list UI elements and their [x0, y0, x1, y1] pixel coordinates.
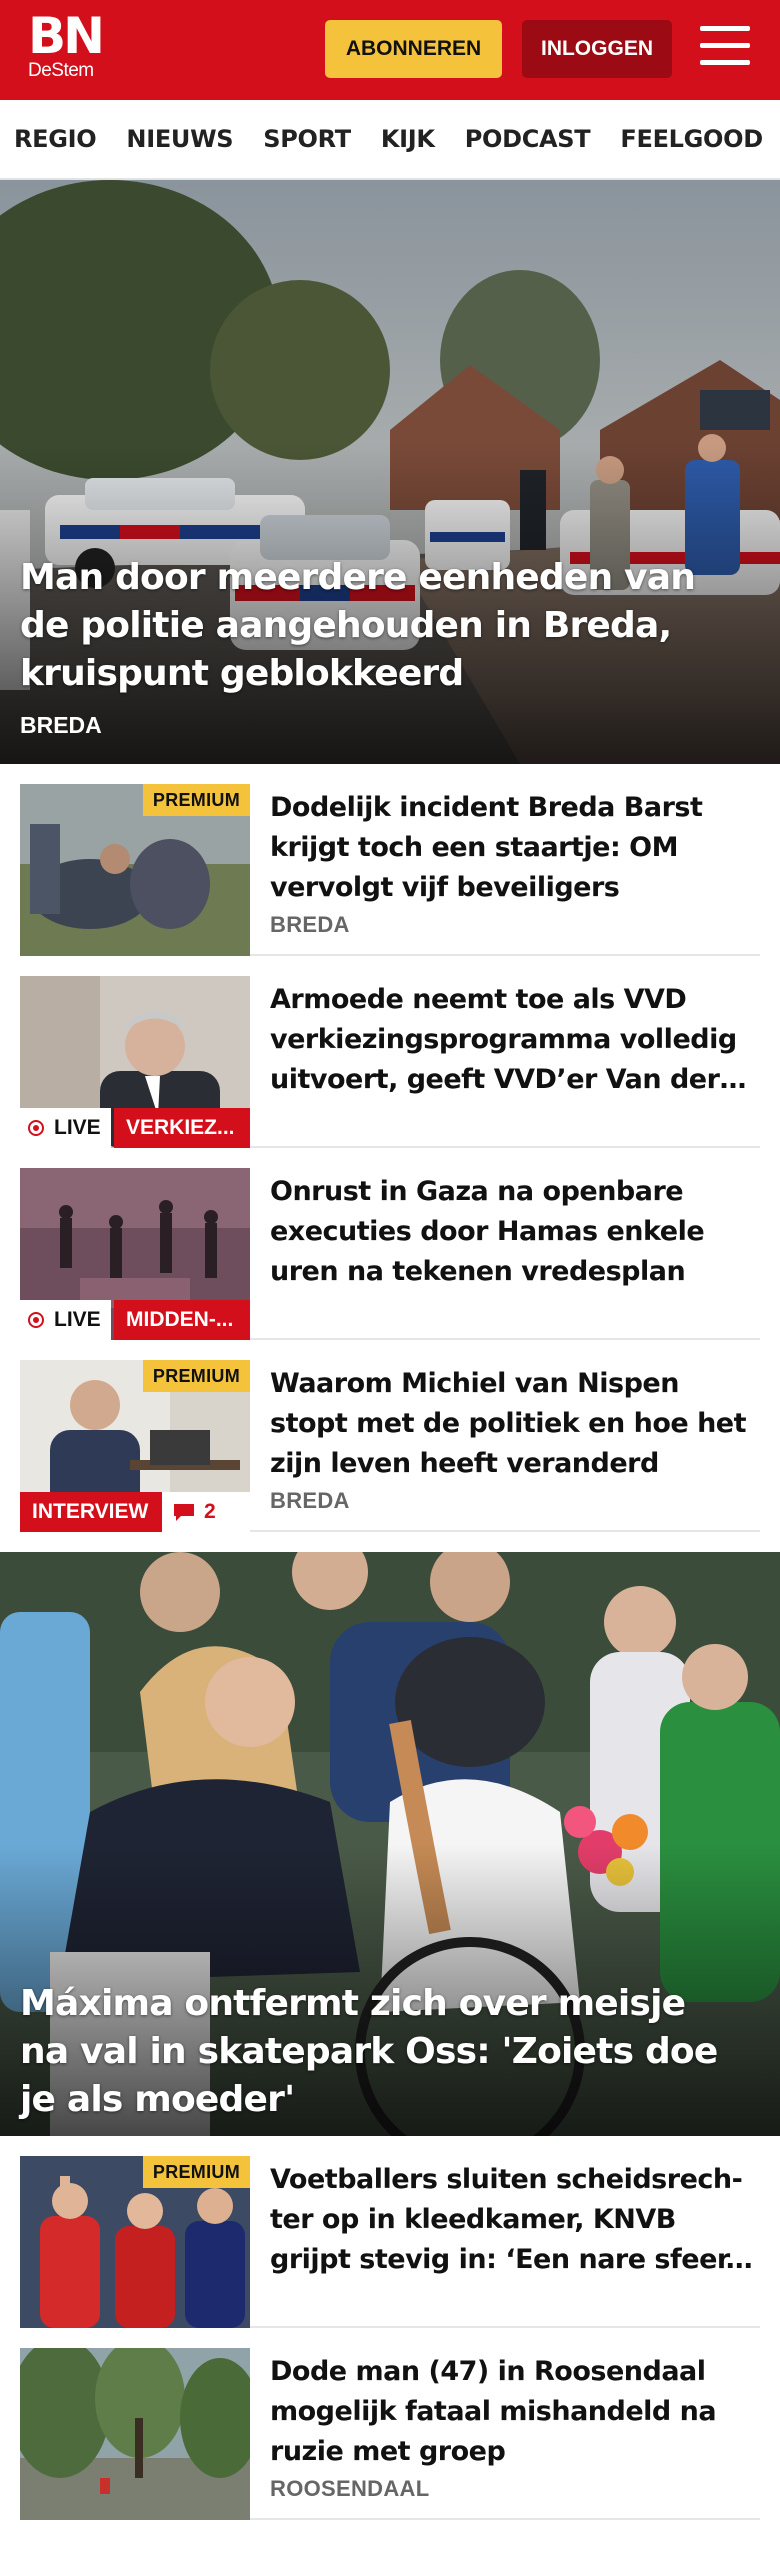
premium-badge: PREMIUM — [142, 784, 250, 816]
hero-title[interactable]: Máxima ontfermt zich over meisje na val … — [20, 1980, 740, 2124]
article-thumbnail: PREMIUM — [20, 784, 250, 956]
hero-article-police[interactable]: Man door meerdere eenheden van de politi… — [0, 180, 780, 764]
logo-main: BN — [28, 7, 105, 65]
topic-tag: INTERVIEW — [20, 1492, 162, 1532]
hero-text-block: Máxima ontfermt zich over meisje na val … — [20, 1980, 740, 2124]
list-item[interactable]: LIVE MIDDEN-... Onrust in Gaza na openba… — [20, 1148, 760, 1340]
hero-title[interactable]: Man door meerdere eenheden van de politi… — [20, 554, 740, 698]
article-title[interactable]: Voetballers sluiten scheidsrech­ter op i… — [270, 2160, 760, 2280]
list-item[interactable]: LIVE VERKIEZ... Armoede neemt toe als VV… — [20, 956, 760, 1148]
premium-badge: PREMIUM — [142, 2156, 250, 2188]
article-category: BREDA — [270, 1488, 350, 1513]
nav-item-nieuws[interactable]: NIEUWS — [126, 125, 233, 153]
article-thumbnail: PREMIUM INTERVIEW 2 — [20, 1360, 250, 1532]
article-title[interactable]: Waarom Michiel van Nispen stopt met de p… — [270, 1364, 760, 1484]
comment-count: 2 — [204, 1500, 216, 1523]
login-button[interactable]: INLOGGEN — [522, 20, 672, 78]
topic-tag: VERKIEZ... — [114, 1108, 250, 1148]
live-label: LIVE — [54, 1116, 101, 1139]
premium-badge: PREMIUM — [142, 1360, 250, 1392]
site-header: BN DeStem ABONNEREN INLOGGEN — [0, 0, 780, 100]
live-dot-icon — [28, 1120, 44, 1136]
nav-item-kijk[interactable]: KIJK — [381, 125, 435, 153]
article-thumbnail: LIVE VERKIEZ... — [20, 976, 250, 1148]
article-thumbnail — [20, 2348, 250, 2520]
comment-count-badge[interactable]: 2 — [162, 1492, 250, 1532]
hamburger-menu-icon[interactable] — [700, 26, 750, 70]
comment-icon — [174, 1504, 194, 1521]
nav-item-regio[interactable]: REGIO — [14, 125, 97, 153]
live-badge: LIVE — [20, 1300, 111, 1340]
article-title[interactable]: Armoede neemt toe als VVD verkiezingspro… — [270, 980, 760, 1100]
article-title[interactable]: Dodelijk incident Breda Barst krijgt toc… — [270, 788, 760, 908]
site-logo[interactable]: BN DeStem — [28, 7, 105, 82]
live-label: LIVE — [54, 1308, 101, 1331]
nav-item-feelgood[interactable]: FEELGOOD — [620, 125, 763, 153]
live-badge: LIVE — [20, 1108, 111, 1148]
article-title[interactable]: Onrust in Gaza na openbare executies doo… — [270, 1172, 760, 1292]
article-list: PREMIUM Dodelijk incident Breda Barst kr… — [0, 764, 780, 1532]
list-item[interactable]: PREMIUM Dodelijk incident Breda Barst kr… — [20, 764, 760, 956]
list-item[interactable]: Dode man (47) in Roosendaal mogelijk fat… — [20, 2328, 760, 2520]
nav-item-podcast[interactable]: PODCAST — [465, 125, 591, 153]
article-category: BREDA — [270, 912, 350, 937]
article-title[interactable]: Dode man (47) in Roosendaal mogelijk fat… — [270, 2352, 760, 2472]
article-category: ROOSENDAAL — [270, 2476, 430, 2501]
hero-article-maxima[interactable]: Máxima ontfermt zich over meisje na val … — [0, 1552, 780, 2136]
topic-tag: MIDDEN-... — [114, 1300, 250, 1340]
subscribe-button[interactable]: ABONNEREN — [325, 20, 502, 78]
article-thumbnail: LIVE MIDDEN-... — [20, 1168, 250, 1340]
list-item[interactable]: PREMIUM INTERVIEW 2 Waarom Michiel van N… — [20, 1340, 760, 1532]
hero-text-block: Man door meerdere eenheden van de politi… — [20, 554, 740, 739]
list-item[interactable]: PREMIUM Voetballers sluiten scheidsrech­… — [20, 2136, 760, 2328]
nav-item-sport[interactable]: SPORT — [263, 125, 351, 153]
category-nav: REGIO NIEUWS SPORT KIJK PODCAST FEELGOOD… — [0, 100, 780, 180]
article-thumbnail: PREMIUM — [20, 2156, 250, 2328]
live-dot-icon — [28, 1312, 44, 1328]
logo-sub: DeStem — [28, 60, 94, 81]
article-list-2: PREMIUM Voetballers sluiten scheidsrech­… — [0, 2136, 780, 2520]
hero-category: BREDA — [20, 712, 102, 738]
